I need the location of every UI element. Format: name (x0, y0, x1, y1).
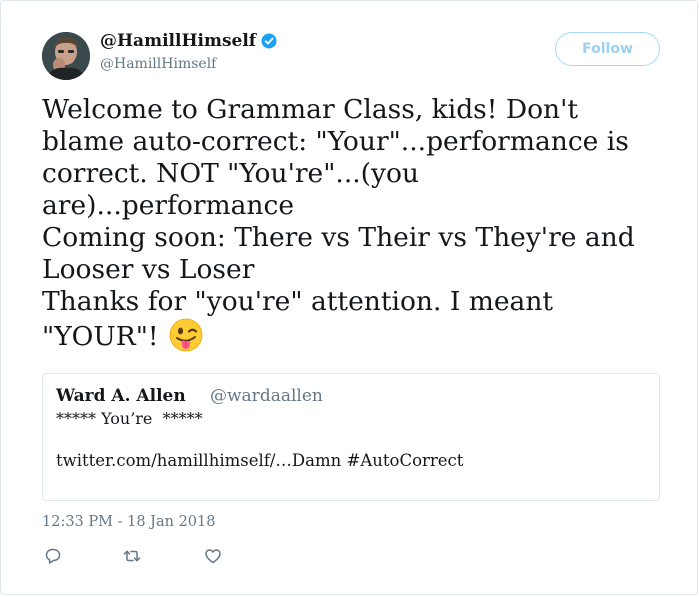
quoted-tweet[interactable]: Ward A. Allen @wardaallen ***** You’re *… (42, 373, 660, 501)
author-display-name[interactable]: @HamillHimself (100, 31, 277, 51)
retweet-icon[interactable] (123, 547, 141, 565)
avatar[interactable] (42, 32, 90, 80)
tweet-line: are)...performance (42, 190, 295, 221)
winking-face-with-tongue-icon (169, 318, 203, 352)
like-icon[interactable] (204, 547, 222, 565)
tweet-line: blame auto-correct: "Your"...performance… (42, 126, 629, 157)
tweet-line: "YOUR"! (42, 321, 159, 352)
tweet-timestamp[interactable]: 12:33 PM - 18 Jan 2018 (42, 514, 215, 530)
tweet-line: Coming soon: There vs Their vs They're a… (42, 222, 635, 253)
quoted-text-line: ***** You’re ***** (56, 409, 203, 428)
author-handle[interactable]: @HamillHimself (100, 56, 216, 72)
quoted-author-name: Ward A. Allen (56, 386, 186, 406)
author-display-name-text: @HamillHimself (100, 31, 257, 51)
quoted-text-link: twitter.com/hamillhimself/…Damn #AutoCor… (56, 451, 464, 470)
tweet-line: correct. NOT "You're"...(you (42, 158, 419, 189)
avatar-photo (42, 32, 90, 80)
tweet-card: @HamillHimself @HamillHimself Follow Wel… (0, 0, 698, 595)
reply-icon[interactable] (44, 547, 62, 565)
tweet-line: Looser vs Loser (42, 254, 255, 285)
follow-button[interactable]: Follow (555, 32, 660, 66)
quoted-author-handle: @wardaallen (210, 386, 323, 406)
tweet-line: Thanks for "you're" attention. I meant (42, 286, 554, 317)
tweet-last-line: "YOUR"! (42, 318, 672, 353)
tweet-text: Welcome to Grammar Class, kids! Don't bl… (42, 94, 672, 353)
verified-badge-icon (261, 33, 277, 49)
tweet-line: Welcome to Grammar Class, kids! Don't (42, 94, 579, 125)
